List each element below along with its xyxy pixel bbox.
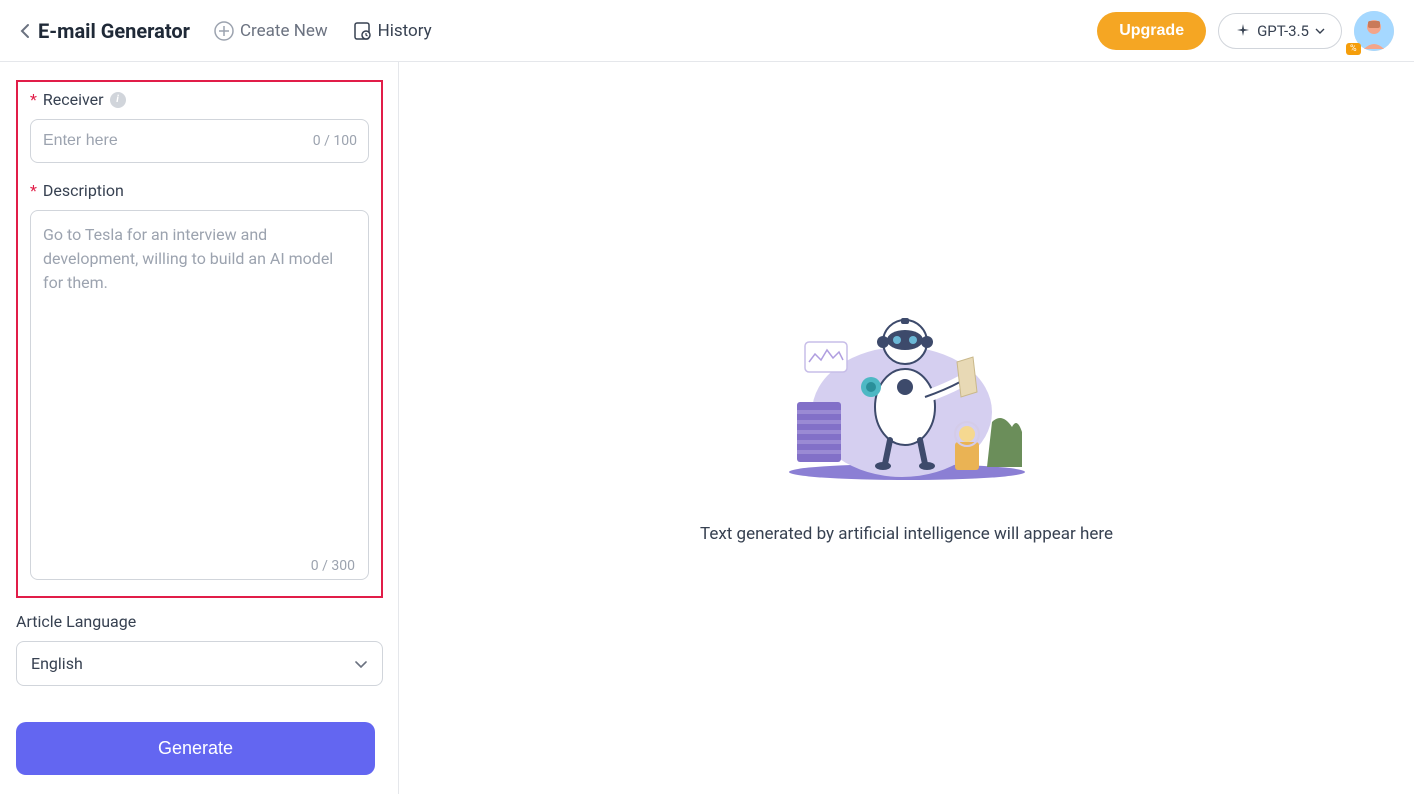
output-area: Text generated by artificial intelligenc… — [399, 62, 1414, 794]
chevron-left-icon — [20, 23, 30, 39]
output-placeholder: Text generated by artificial intelligenc… — [700, 524, 1113, 544]
receiver-label-row: * Receiver i — [30, 90, 369, 109]
language-label: Article Language — [16, 612, 383, 631]
history-button[interactable]: History — [352, 21, 432, 41]
info-icon[interactable]: i — [110, 92, 126, 108]
model-label: GPT-3.5 — [1257, 22, 1309, 40]
plus-circle-icon — [214, 21, 234, 41]
content-area: * Receiver i 0 / 100 * Description 0 / 3… — [0, 62, 1414, 794]
history-label: History — [378, 21, 432, 41]
required-marker: * — [30, 90, 37, 109]
form-sidebar: * Receiver i 0 / 100 * Description 0 / 3… — [0, 62, 399, 794]
description-char-count: 0 / 300 — [311, 558, 355, 574]
avatar-badge: % — [1346, 43, 1361, 55]
page-title: E-mail Generator — [38, 19, 190, 43]
header-left: E-mail Generator Create New History — [20, 19, 432, 43]
highlighted-form-section: * Receiver i 0 / 100 * Description 0 / 3… — [16, 80, 383, 598]
language-value: English — [31, 654, 83, 673]
app-header: E-mail Generator Create New History Upgr… — [0, 0, 1414, 62]
generate-button[interactable]: Generate — [16, 722, 375, 775]
chevron-down-icon — [1315, 28, 1325, 34]
description-input[interactable] — [30, 210, 369, 580]
description-textarea-wrap: 0 / 300 — [30, 210, 369, 584]
description-label-row: * Description — [30, 181, 369, 200]
robot-illustration — [787, 312, 1027, 482]
upgrade-button[interactable]: Upgrade — [1097, 12, 1206, 50]
header-right: Upgrade GPT-3.5 % — [1097, 11, 1394, 51]
description-label: Description — [43, 181, 124, 200]
receiver-char-count: 0 / 100 — [313, 133, 357, 149]
create-new-button[interactable]: Create New — [214, 21, 328, 41]
history-icon — [352, 21, 372, 41]
title-group[interactable]: E-mail Generator — [20, 19, 190, 43]
required-marker: * — [30, 181, 37, 200]
sparkle-icon — [1235, 23, 1251, 39]
chevron-down-icon — [354, 660, 368, 668]
model-selector[interactable]: GPT-3.5 — [1218, 13, 1342, 49]
receiver-input-wrap: 0 / 100 — [30, 119, 369, 163]
receiver-label: Receiver — [43, 90, 104, 109]
avatar[interactable]: % — [1354, 11, 1394, 51]
language-select[interactable]: English — [16, 641, 383, 686]
create-new-label: Create New — [240, 21, 328, 41]
